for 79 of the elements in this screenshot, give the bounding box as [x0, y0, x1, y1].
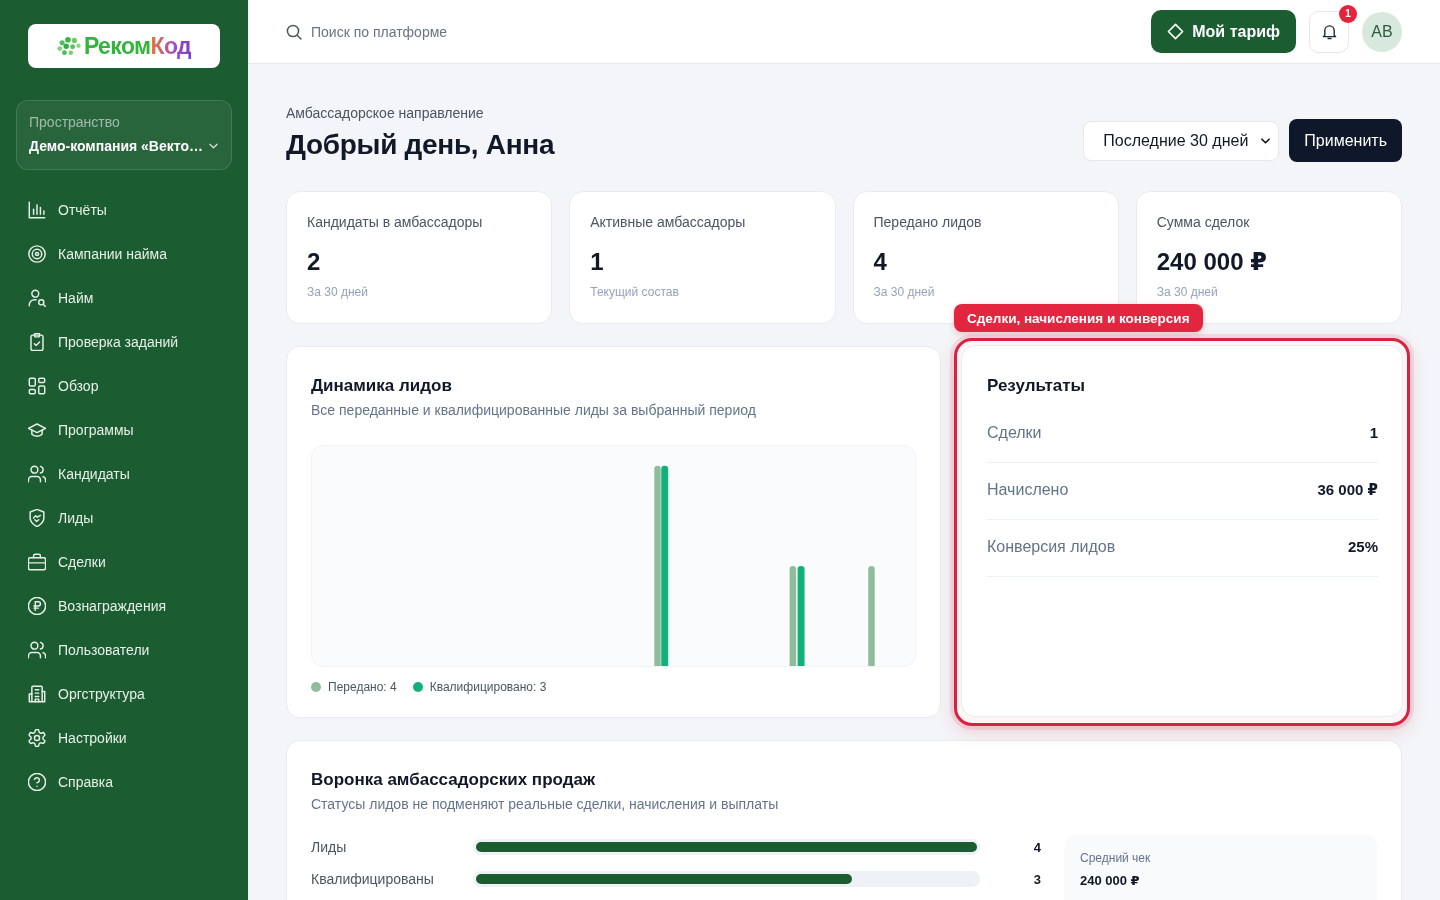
stat-label: Кандидаты в амбассадоры: [307, 213, 484, 231]
nav-item[interactable]: Программы: [16, 410, 232, 450]
clipboard-check-icon: [28, 333, 46, 351]
result-value: 1: [1369, 423, 1378, 443]
funnel-count: 4: [1033, 839, 1041, 855]
card-title: Результаты: [987, 375, 1086, 397]
stat-label: Передано лидов: [873, 213, 983, 231]
nav-item[interactable]: Сделки: [16, 542, 232, 582]
nav-item[interactable]: Кандидаты: [16, 454, 232, 494]
users-icon: [28, 641, 46, 659]
nav-item[interactable]: Кампании найма: [16, 234, 232, 274]
result-label: Сделки: [987, 423, 1042, 443]
grid-icon: [28, 377, 46, 395]
workspace-switcher[interactable]: Пространство Демо-компания «Векто…: [16, 100, 232, 170]
result-label: Начислено: [987, 480, 1069, 500]
nav-item[interactable]: Оргструктура: [16, 674, 232, 714]
result-value: 25%: [1347, 537, 1378, 557]
chevron-down-icon: [1261, 137, 1271, 144]
user-avatar[interactable]: АВ: [1362, 11, 1402, 52]
legend-label: Квалифицировано: 3: [429, 680, 547, 694]
card-title: Динамика лидов: [311, 375, 453, 397]
nav-item[interactable]: Настройки: [16, 718, 232, 758]
result-label: Конверсия лидов: [987, 537, 1116, 557]
target-icon: [28, 245, 46, 263]
nav-item[interactable]: Отчёты: [16, 190, 232, 230]
period-select[interactable]: Последние 30 дней: [1083, 120, 1280, 161]
notifications-button[interactable]: [1309, 10, 1349, 53]
funnel-label: Лиды: [311, 839, 348, 855]
search-field[interactable]: Поиск по платформе: [311, 19, 551, 44]
plan-button[interactable]: Мой тариф: [1151, 10, 1296, 53]
bar-chart-icon: [28, 201, 46, 219]
card-subtitle: Статусы лидов не подменяют реальные сделки, начисления и выплаты: [311, 795, 780, 813]
users-icon: [28, 465, 46, 483]
highlight-label: Сделки, начисления и конверсия: [954, 304, 1203, 332]
stat-label: Активные амбассадоры: [590, 213, 747, 231]
nav-item[interactable]: Проверка заданий: [16, 322, 232, 362]
nav-item[interactable]: Обзор: [16, 366, 232, 406]
dot-cluster-icon: [56, 37, 81, 55]
workspace-label: Пространство: [29, 113, 120, 131]
graduation-cap-icon: [28, 421, 46, 439]
workspace-name: Демо-компания «Векто…: [29, 137, 203, 155]
funnel-label: Квалифицированы: [311, 871, 435, 887]
nav-item[interactable]: Пользователи: [16, 630, 232, 670]
help-icon: [28, 773, 46, 791]
nav-item[interactable]: Справка: [16, 762, 232, 802]
notification-count: 1: [1339, 4, 1357, 23]
settings-icon: [28, 729, 46, 747]
section-caption: Амбассадорское направление: [286, 104, 485, 122]
average-check-label: Средний чек: [1080, 851, 1152, 865]
stat-label: Сумма сделок: [1156, 213, 1251, 231]
funnel-count: 3: [1033, 871, 1041, 887]
average-check-value: 240 000 ₽: [1080, 873, 1141, 889]
diamond-icon: [1167, 23, 1185, 40]
stat-value: 1: [590, 248, 605, 276]
nav-item[interactable]: Вознаграждения: [16, 586, 232, 626]
stat-value: 240 000 ₽: [1156, 248, 1268, 276]
stat-note: За 30 дней: [1156, 285, 1219, 299]
shield-icon: [28, 509, 46, 527]
apply-button[interactable]: Применить: [1289, 119, 1402, 162]
page-title: Добрый день, Анна: [286, 128, 555, 162]
building-icon: [28, 685, 46, 703]
legend-label: Передано: 4: [328, 680, 397, 694]
result-value: 36 000 ₽: [1317, 480, 1378, 500]
nav-item[interactable]: Найм: [16, 278, 232, 318]
bell-icon: [1321, 23, 1337, 40]
chevron-down-icon: [208, 143, 218, 149]
stat-note: За 30 дней: [873, 285, 936, 299]
search-icon: [286, 23, 302, 40]
ruble-coin-icon: [28, 597, 46, 615]
stat-note: Текущий состав: [590, 285, 680, 299]
card-title: Воронка амбассадорских продаж: [311, 769, 596, 791]
logo-text: РекомКод: [83, 34, 192, 58]
nav-item[interactable]: Лиды: [16, 498, 232, 538]
briefcase-icon: [28, 553, 46, 571]
card-subtitle: Все переданные и квалифицированные лиды за выбранный период: [311, 401, 757, 419]
stat-value: 2: [307, 248, 322, 276]
stat-note: За 30 дней: [307, 285, 369, 299]
stat-value: 4: [873, 248, 888, 276]
user-search-icon: [28, 289, 46, 307]
